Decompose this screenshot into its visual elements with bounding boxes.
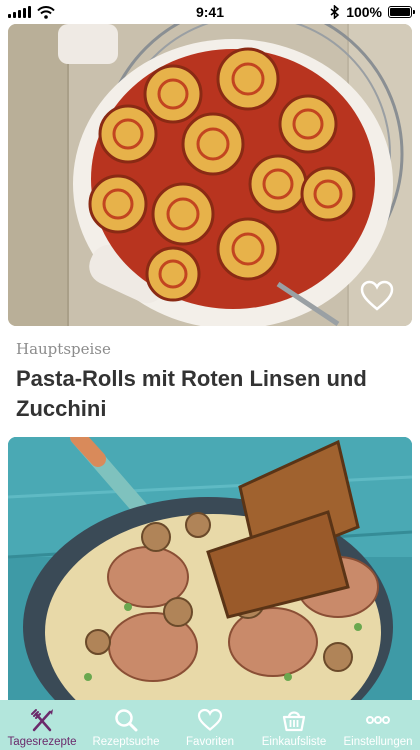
favorite-button[interactable] (360, 280, 394, 312)
heart-icon (197, 708, 223, 731)
tab-bar: Tagesrezepte Rezeptsuche Favoriten Einka… (0, 700, 420, 750)
tab-favoriten[interactable]: Favoriten (168, 700, 252, 750)
heart-outline-icon (360, 280, 394, 311)
wifi-icon (37, 5, 55, 19)
fork-knife-icon (31, 709, 53, 732)
tab-rezeptsuche[interactable]: Rezeptsuche (84, 700, 168, 750)
tab-label: Rezeptsuche (92, 736, 160, 748)
pork-medallions-photo (8, 437, 412, 700)
tab-label: Einstellungen (343, 736, 413, 748)
recipe-image-pasta-rolls[interactable] (8, 24, 412, 326)
status-bar: 9:41 100% (0, 0, 420, 24)
recipe-feed[interactable]: Hauptspeise Pasta-Rolls mit Roten Linsen… (0, 24, 420, 700)
tab-label: Einkaufsliste (261, 736, 327, 748)
recipe-card[interactable]: Hauptspeise Pasta-Rolls mit Roten Linsen… (8, 24, 412, 424)
bluetooth-icon (330, 5, 340, 19)
tab-einkaufsliste[interactable]: Einkaufsliste (252, 700, 336, 750)
signal-icon (8, 6, 31, 18)
tab-tagesrezepte[interactable]: Tagesrezepte (0, 700, 84, 750)
recipe-image-pork-medallions[interactable] (8, 437, 412, 700)
recipe-category: Hauptspeise (16, 340, 111, 358)
battery-icon (388, 6, 415, 18)
search-icon (115, 709, 138, 732)
tab-label: Tagesrezepte (7, 736, 77, 748)
tab-einstellungen[interactable]: Einstellungen (336, 700, 420, 750)
recipe-card[interactable] (8, 437, 412, 700)
basket-icon (282, 711, 306, 732)
more-dots-icon (366, 716, 390, 724)
tab-label: Favoriten (186, 736, 234, 748)
pasta-rolls-photo (8, 24, 412, 326)
recipe-title[interactable]: Pasta-Rolls mit Roten Linsen und Zucchin… (16, 364, 402, 424)
battery-percent: 100% (346, 4, 382, 20)
